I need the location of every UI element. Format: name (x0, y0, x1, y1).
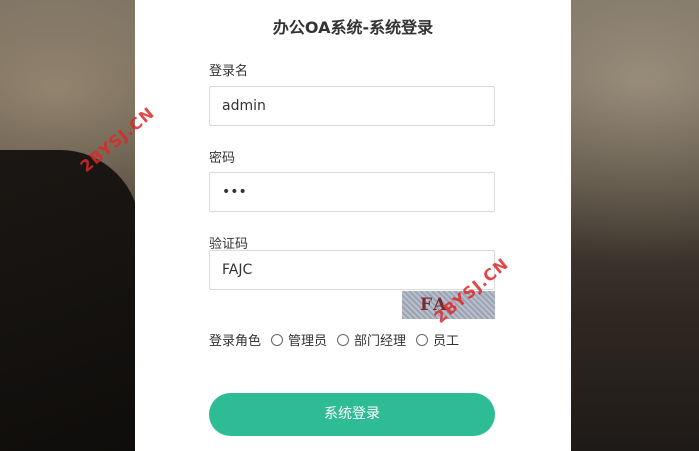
captcha-input[interactable]: FAJC (209, 250, 495, 290)
role-option-admin[interactable]: 管理员 (288, 330, 327, 349)
username-label: 登录名 (209, 64, 249, 79)
password-label: 密码 (209, 151, 236, 166)
role-option-manager[interactable]: 部门经理 (354, 330, 406, 349)
role-label: 登录角色 (209, 334, 262, 349)
login-button[interactable]: 系统登录 (209, 393, 495, 436)
role-option-employee[interactable]: 员工 (433, 330, 459, 349)
radio-admin[interactable] (271, 333, 284, 346)
page-title: 办公OA系统-系统登录 (272, 18, 434, 37)
radio-employee[interactable] (416, 333, 429, 346)
background-figure (0, 150, 140, 451)
radio-manager[interactable] (337, 333, 350, 346)
role-selector: 登录角色 管理员 部门经理 员工 (209, 330, 459, 349)
username-input[interactable]: admin (209, 86, 495, 126)
login-panel: 办公OA系统-系统登录 登录名 admin 密码 ••• 验证码 FAJC FA… (135, 0, 571, 451)
password-input[interactable]: ••• (209, 172, 495, 212)
